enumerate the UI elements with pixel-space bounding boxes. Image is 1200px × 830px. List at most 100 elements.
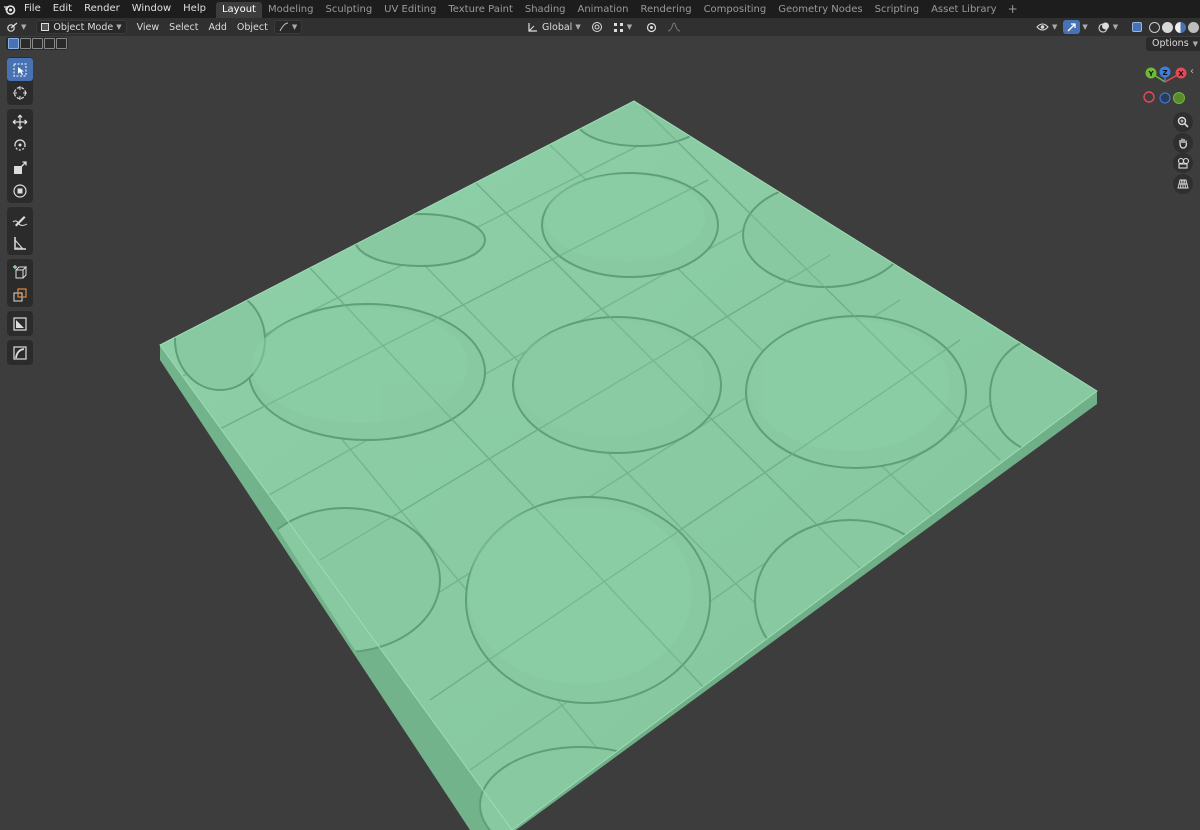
tab-sculpting[interactable]: Sculpting [319, 2, 378, 18]
chevron-down-icon: ▼ [1112, 23, 1119, 31]
tab-texture-paint[interactable]: Texture Paint [442, 2, 519, 18]
hand-icon [1179, 138, 1188, 149]
pivot-point-button[interactable] [587, 20, 607, 34]
pan-button[interactable] [1173, 133, 1193, 153]
chevron-down-icon[interactable]: ▼ [1082, 23, 1087, 31]
cursor-tool[interactable] [7, 81, 33, 104]
tab-geometry-nodes[interactable]: Geometry Nodes [772, 2, 868, 18]
wireframe-shading-icon[interactable] [1149, 21, 1161, 33]
bend-tools-group [7, 340, 33, 365]
menu-render[interactable]: Render [78, 0, 126, 18]
add-cube-tool[interactable] [7, 260, 33, 283]
menu-edit[interactable]: Edit [47, 0, 78, 18]
orientation-label: Global [542, 21, 573, 33]
eye-icon [1036, 23, 1049, 31]
editor-type-button[interactable]: ▼ [2, 20, 30, 34]
falloff-dropdown[interactable] [663, 20, 685, 34]
material-shading-icon[interactable] [1175, 21, 1187, 33]
tab-layout[interactable]: Layout [215, 1, 262, 18]
transform-tool[interactable] [7, 179, 33, 202]
gizmo-neg-x-axis[interactable] [1143, 91, 1155, 103]
snap-grid-icon [613, 22, 623, 32]
tab-rendering[interactable]: Rendering [634, 2, 697, 18]
blender-logo-icon[interactable] [0, 0, 18, 18]
gizmo-neg-y-axis[interactable] [1173, 92, 1185, 104]
workspace-tabs: Layout Modeling Sculpting UV Editing Tex… [215, 1, 1003, 18]
camera-view-button[interactable] [1173, 153, 1193, 173]
transform-controls: Global ▼ ▼ [521, 20, 685, 34]
move-tool[interactable] [7, 110, 33, 133]
proportional-edit-button[interactable] [642, 20, 661, 34]
tab-scripting[interactable]: Scripting [869, 2, 925, 18]
tab-uv-editing[interactable]: UV Editing [378, 2, 442, 18]
menu-view[interactable]: View [133, 20, 164, 34]
rotate-tool[interactable] [7, 133, 33, 156]
chevron-down-icon: ▼ [1192, 40, 1199, 48]
overlays-icon [1098, 22, 1109, 33]
shear-tool[interactable] [7, 312, 33, 335]
crosshair-icon [13, 85, 27, 100]
select-difference-icon[interactable] [43, 38, 55, 49]
measure-tool[interactable] [7, 231, 33, 254]
gizmo-toggle-button[interactable] [1063, 20, 1081, 34]
annotate-tool[interactable] [7, 208, 33, 231]
shading-modes: ▼ [1146, 20, 1200, 34]
select-extend-icon[interactable] [19, 38, 31, 49]
viewport-header: ▼ Object Mode ▼ View Select Add Object ▼… [0, 18, 1200, 36]
menu-object[interactable]: Object [233, 20, 272, 34]
zoom-button[interactable] [1173, 112, 1193, 132]
tool-shelf [7, 57, 33, 369]
rendered-shading-icon[interactable] [1188, 21, 1200, 33]
select-new-icon[interactable] [7, 38, 19, 49]
cursor-select-icon [13, 63, 27, 76]
move-arrows-icon [12, 114, 28, 129]
mode-dropdown[interactable]: Object Mode ▼ [36, 20, 127, 34]
options-label: Options [1152, 38, 1189, 49]
extrude-icon [13, 287, 27, 301]
tab-modeling[interactable]: Modeling [262, 2, 320, 18]
options-dropdown[interactable]: Options ▼ [1146, 37, 1200, 51]
select-box-tool[interactable] [7, 58, 33, 81]
proportional-icon [646, 22, 657, 32]
select-subtract-icon[interactable] [31, 38, 43, 49]
extrude-tool[interactable] [7, 283, 33, 306]
solid-shading-icon[interactable] [1162, 21, 1174, 33]
top-menu-bar: File Edit Render Window Help Layout Mode… [0, 0, 1200, 18]
projection-toggle-button[interactable] [1173, 174, 1193, 194]
chevron-down-icon: ▼ [291, 23, 298, 31]
curve-icon [279, 22, 288, 32]
menu-select[interactable]: Select [165, 20, 202, 34]
bend-icon [13, 345, 27, 360]
menu-file[interactable]: File [18, 0, 47, 18]
xray-icon [1132, 22, 1143, 32]
bend-tool[interactable] [7, 341, 33, 364]
annotate-tools-group [7, 207, 33, 255]
visibility-dropdown[interactable]: ▼ [1032, 20, 1061, 34]
chevron-down-icon: ▼ [575, 23, 581, 31]
tab-compositing[interactable]: Compositing [698, 2, 773, 18]
menu-add[interactable]: Add [204, 20, 230, 34]
orientation-dropdown[interactable]: Global ▼ [523, 20, 585, 34]
overlays-button[interactable]: ▼ [1094, 20, 1122, 34]
snap-dropdown[interactable]: ▼ [609, 20, 636, 34]
3d-viewport[interactable] [0, 52, 1200, 830]
chevron-down-icon: ▼ [21, 23, 27, 31]
menu-window[interactable]: Window [126, 0, 177, 18]
falloff-curve-icon [668, 22, 681, 32]
shear-icon [13, 316, 27, 331]
tab-asset-library[interactable]: Asset Library [925, 2, 1002, 18]
select-intersect-icon[interactable] [55, 38, 67, 49]
orientation-icon [528, 22, 537, 32]
scale-tool[interactable] [7, 156, 33, 179]
tab-shading[interactable]: Shading [519, 2, 572, 18]
object-extra-dropdown[interactable]: ▼ [273, 20, 303, 34]
camera-icon [1177, 157, 1189, 169]
menu-help[interactable]: Help [177, 0, 212, 18]
xray-button[interactable] [1130, 20, 1144, 34]
add-workspace-button[interactable]: + [1003, 0, 1023, 18]
modify-tools-group [7, 311, 33, 336]
gizmo-neg-z-axis[interactable] [1159, 92, 1171, 104]
navigation-gizmo[interactable]: Y Z X [1138, 62, 1190, 112]
tab-animation[interactable]: Animation [572, 2, 635, 18]
mode-label: Object Mode [53, 21, 114, 33]
